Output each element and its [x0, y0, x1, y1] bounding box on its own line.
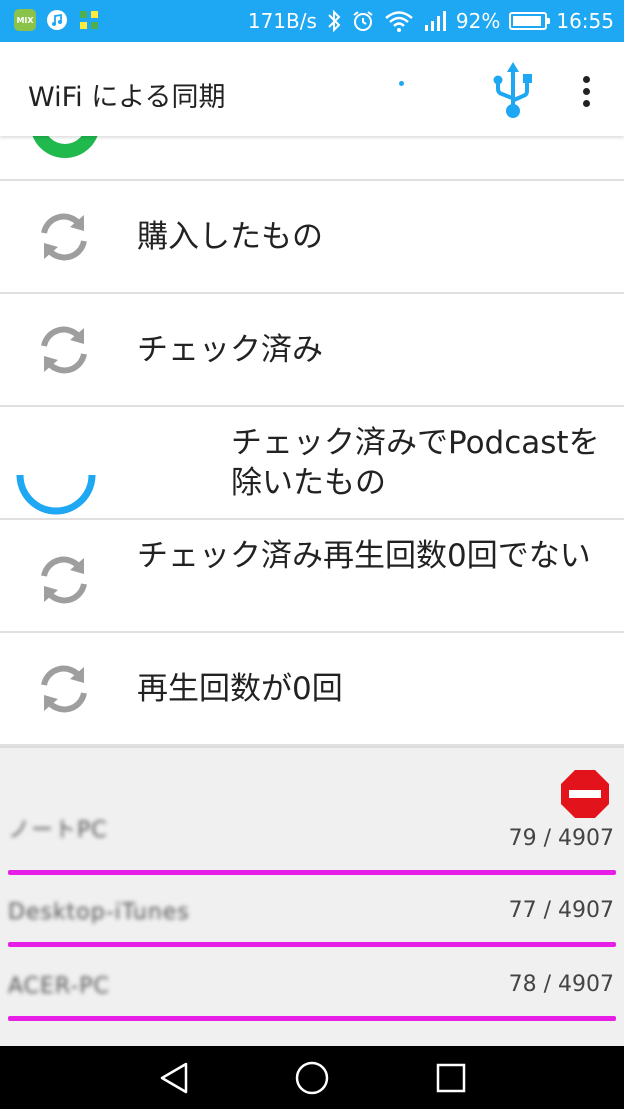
loading-spinner-icon	[16, 474, 96, 515]
usb-icon	[493, 62, 532, 118]
list-item[interactable]: 購入したもの	[0, 181, 624, 294]
alarm-icon	[353, 11, 373, 31]
mix-app-label: MIX	[16, 15, 34, 25]
more-dot	[582, 99, 590, 107]
list-item-label: チェック済み再生回数0回でない	[137, 538, 591, 574]
overflow-menu-button[interactable]	[566, 68, 606, 114]
device-progress-bar	[8, 1016, 616, 1021]
playlist-list: 購入したもの チェック済み チェック済みでPodcastを除いたもの チェック済…	[0, 136, 624, 746]
synced-status-icon	[30, 136, 100, 158]
notification-icons: MIX	[14, 9, 100, 31]
list-item[interactable]: チェック済み再生回数0回でない	[0, 520, 624, 633]
list-item[interactable]: チェック済みでPodcastを除いたもの	[0, 407, 624, 520]
battery-percent: 92%	[455, 9, 501, 33]
status-bar: MIX 171B/s 92% 16:55	[0, 0, 624, 42]
device-name: ACER-PC	[8, 974, 110, 999]
device-count: 78 / 4907	[508, 972, 614, 997]
device-count: 79 / 4907	[508, 826, 614, 851]
list-item-partial[interactable]	[0, 136, 624, 181]
list-item-label: チェック済みでPodcastを除いたもの	[231, 425, 600, 501]
device-row[interactable]: ACER-PC 78 / 4907	[0, 972, 624, 1022]
more-dot	[582, 75, 590, 83]
navigation-bar	[0, 1046, 624, 1109]
app-bar: WiFi による同期	[0, 42, 624, 136]
activity-dot	[399, 81, 404, 86]
list-item-label: チェック済み	[137, 332, 323, 368]
clock: 16:55	[556, 9, 614, 33]
device-progress-bar	[8, 870, 616, 875]
signal-icon	[424, 11, 446, 31]
list-item-label: 再生回数が0回	[137, 671, 343, 707]
more-dot	[582, 87, 590, 95]
device-row[interactable]: Desktop-iTunes 77 / 4907	[0, 898, 624, 948]
sync-icon	[41, 213, 87, 261]
wifi-icon	[385, 11, 413, 32]
network-speed: 171B/s	[247, 9, 317, 33]
device-row[interactable]: ノートPC 79 / 4907	[0, 808, 624, 878]
device-count: 77 / 4907	[508, 898, 614, 923]
battery-icon	[509, 12, 551, 30]
list-item-label: 購入したもの	[137, 219, 323, 255]
device-name: Desktop-iTunes	[8, 900, 190, 925]
list-item[interactable]: 再生回数が0回	[0, 633, 624, 746]
mix-app-icon: MIX	[14, 9, 36, 31]
back-icon[interactable]	[156, 1060, 192, 1096]
device-panel: ノートPC 79 / 4907 Desktop-iTunes 77 / 4907…	[0, 746, 624, 1046]
list-item[interactable]: チェック済み	[0, 294, 624, 407]
sync-icon	[41, 326, 87, 374]
sync-icon	[41, 665, 87, 713]
recents-icon[interactable]	[433, 1060, 469, 1096]
device-progress-bar	[8, 942, 616, 947]
usb-sync-button[interactable]	[490, 58, 536, 124]
bluetooth-icon	[328, 9, 341, 33]
system-status: 171B/s 92% 16:55	[248, 7, 614, 35]
cross-app-icon	[78, 9, 100, 31]
device-name: ノートPC	[8, 818, 108, 843]
music-app-icon	[46, 9, 68, 31]
page-title: WiFi による同期	[28, 82, 226, 113]
sync-icon	[41, 556, 87, 604]
home-icon[interactable]	[294, 1060, 330, 1096]
